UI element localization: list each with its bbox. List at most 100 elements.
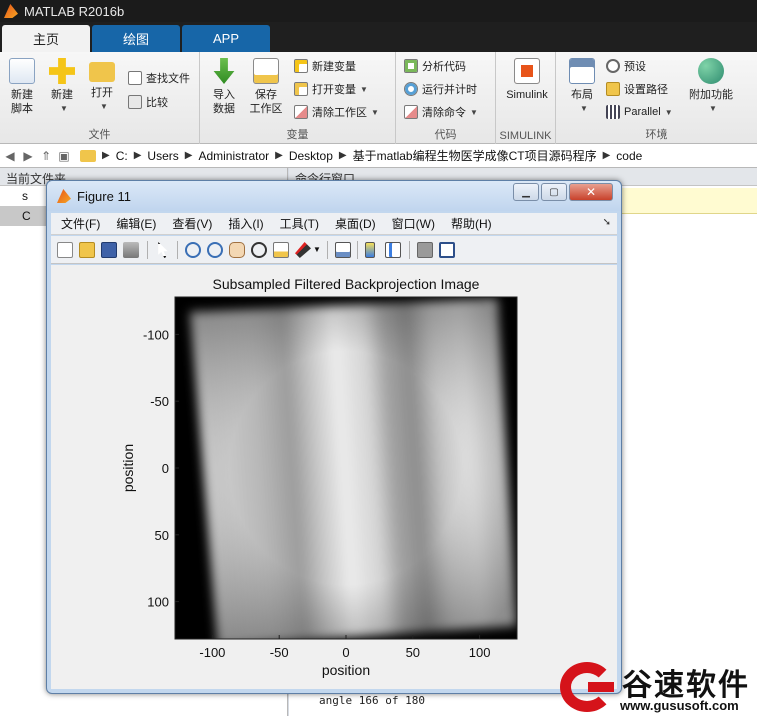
code-group-label: 代码 xyxy=(434,129,457,141)
layout-icon xyxy=(569,58,595,84)
figure-menu-bar: 文件(F) 编辑(E) 查看(V) 插入(I) 工具(T) 桌面(D) 窗口(W… xyxy=(51,213,617,235)
menu-desktop[interactable]: 桌面(D) xyxy=(335,215,376,232)
menu-view[interactable]: 查看(V) xyxy=(172,215,212,232)
menu-insert[interactable]: 插入(I) xyxy=(228,215,263,232)
import-data-button[interactable]: 导入 数据 xyxy=(202,56,246,122)
close-button[interactable]: ✕ xyxy=(569,183,613,201)
parallel-icon xyxy=(606,105,620,119)
save-icon[interactable] xyxy=(101,242,117,258)
compare-button[interactable]: 比较 xyxy=(128,92,168,112)
x-tick-label: -100 xyxy=(199,645,225,660)
open-variable-dropdown-icon: ▼ xyxy=(360,84,368,94)
x-tick-label: 50 xyxy=(406,645,420,660)
maximize-button[interactable]: ▢ xyxy=(541,183,567,201)
plus-icon xyxy=(49,58,75,84)
environment-group-label: 环境 xyxy=(645,129,668,141)
legend-icon[interactable] xyxy=(385,242,401,258)
browse-folder-icon[interactable]: ▣ xyxy=(56,149,72,163)
minimize-button[interactable]: ▁ xyxy=(513,183,539,201)
new-variable-button[interactable]: 新建变量 xyxy=(294,56,356,76)
forward-arrow-icon[interactable]: ▶ xyxy=(20,149,36,163)
print-icon[interactable] xyxy=(123,242,139,258)
simulink-group-label: SIMULINK xyxy=(499,130,552,142)
save-workspace-button[interactable]: 保存 工作区 xyxy=(244,56,288,122)
compare-icon xyxy=(128,95,142,109)
x-tick-label: 100 xyxy=(469,645,491,660)
menu-edit[interactable]: 编辑(E) xyxy=(116,215,156,232)
file-group: 新建 脚本 新建 ▼ 打开 ▼ 查找文件 比较 文件 xyxy=(0,52,200,144)
code-group: 分析代码 运行并计时 清除命令 ▼ 代码 xyxy=(396,52,496,144)
zoom-in-icon[interactable] xyxy=(185,242,201,258)
preferences-button[interactable]: 预设 xyxy=(606,56,646,76)
breadcrumb-item[interactable]: 基于matlab编程生物医学成像CT项目源码程序 xyxy=(353,147,597,164)
analyze-code-button[interactable]: 分析代码 xyxy=(404,56,466,76)
y-tick-label: 100 xyxy=(147,595,169,610)
simulink-button[interactable]: Simulink xyxy=(502,56,552,122)
parallel-button[interactable]: Parallel ▼ xyxy=(606,102,673,122)
tab-plots[interactable]: 绘图 xyxy=(92,25,180,52)
breadcrumb-item[interactable]: Desktop xyxy=(289,149,333,163)
tab-strip: 主页 绘图 APP xyxy=(0,22,757,52)
x-tick-label: -50 xyxy=(270,645,289,660)
ribbon: 新建 脚本 新建 ▼ 打开 ▼ 查找文件 比较 文件 导入 数据 保存 工作区 … xyxy=(0,52,757,144)
menu-window[interactable]: 窗口(W) xyxy=(392,215,435,232)
dock-arrow-icon[interactable]: ➘ xyxy=(603,217,611,228)
back-arrow-icon[interactable]: ◀ xyxy=(2,149,18,163)
link-plot-icon[interactable] xyxy=(335,242,351,258)
figure-title-bar[interactable]: Figure 11 ▁ ▢ ✕ xyxy=(47,181,621,211)
environment-group: 布局 ▼ 预设 设置路径 Parallel ▼ 附加功能 ▼ 环境 xyxy=(556,52,757,144)
new-figure-icon[interactable] xyxy=(57,242,73,258)
set-path-button[interactable]: 设置路径 xyxy=(606,79,668,99)
clear-workspace-dropdown-icon: ▼ xyxy=(371,107,379,117)
menu-file[interactable]: 文件(F) xyxy=(61,215,100,232)
clear-commands-icon xyxy=(404,105,418,119)
rotate-3d-icon[interactable] xyxy=(251,242,267,258)
import-arrow-icon xyxy=(213,58,235,84)
breadcrumb-item[interactable]: C: xyxy=(116,149,128,163)
set-path-icon xyxy=(606,82,620,96)
find-files-button[interactable]: 查找文件 xyxy=(128,68,190,88)
analyze-code-icon xyxy=(404,59,418,73)
menu-tools[interactable]: 工具(T) xyxy=(280,215,319,232)
tab-apps[interactable]: APP xyxy=(182,25,270,52)
show-plot-tools-icon[interactable] xyxy=(439,242,455,258)
breadcrumb-item[interactable]: code xyxy=(616,149,642,163)
breadcrumb-item[interactable]: Users xyxy=(147,149,178,163)
save-workspace-icon xyxy=(253,58,279,84)
hide-plot-tools-icon[interactable] xyxy=(417,242,433,258)
matlab-logo-icon xyxy=(4,4,18,18)
new-button[interactable]: 新建 ▼ xyxy=(40,56,84,122)
new-script-button[interactable]: 新建 脚本 xyxy=(0,56,44,122)
menu-help[interactable]: 帮助(H) xyxy=(451,215,492,232)
colorbar-icon[interactable] xyxy=(365,242,375,258)
open-file-icon[interactable] xyxy=(79,242,95,258)
gear-icon xyxy=(606,59,620,73)
new-script-icon xyxy=(9,58,35,84)
data-cursor-icon[interactable] xyxy=(273,242,289,258)
add-ons-button[interactable]: 附加功能 ▼ xyxy=(686,56,736,122)
tab-home[interactable]: 主页 xyxy=(2,25,90,52)
y-tick-label: 50 xyxy=(155,528,169,543)
clear-workspace-button[interactable]: 清除工作区 ▼ xyxy=(294,102,379,122)
run-and-time-button[interactable]: 运行并计时 xyxy=(404,79,477,99)
y-axis-label: position xyxy=(120,444,136,492)
clear-commands-button[interactable]: 清除命令 ▼ xyxy=(404,102,478,122)
layout-button[interactable]: 布局 ▼ xyxy=(560,56,604,122)
y-tick-label: -100 xyxy=(143,327,169,342)
y-tick-label: 0 xyxy=(162,461,169,476)
breadcrumb-item[interactable]: Administrator xyxy=(198,149,269,163)
clear-commands-dropdown-icon: ▼ xyxy=(470,107,478,117)
brush-dropdown-icon[interactable]: ▼ xyxy=(313,242,321,258)
up-folder-icon[interactable]: ⇑ xyxy=(38,149,54,163)
brush-icon[interactable] xyxy=(295,242,311,258)
folder-open-icon xyxy=(89,62,115,82)
address-bar: ◀ ▶ ⇑ ▣ ▶ C: ▶ Users ▶ Administrator ▶ D… xyxy=(0,144,757,168)
pointer-icon[interactable] xyxy=(158,242,168,258)
command-output-line: angle 166 of 180 xyxy=(319,694,425,707)
pan-hand-icon[interactable] xyxy=(229,242,245,258)
chart-title: Subsampled Filtered Backprojection Image xyxy=(213,276,480,292)
zoom-out-icon[interactable] xyxy=(207,242,223,258)
open-variable-button[interactable]: 打开变量 ▼ xyxy=(294,79,368,99)
open-button[interactable]: 打开 ▼ xyxy=(80,56,124,122)
run-and-time-icon xyxy=(404,82,418,96)
